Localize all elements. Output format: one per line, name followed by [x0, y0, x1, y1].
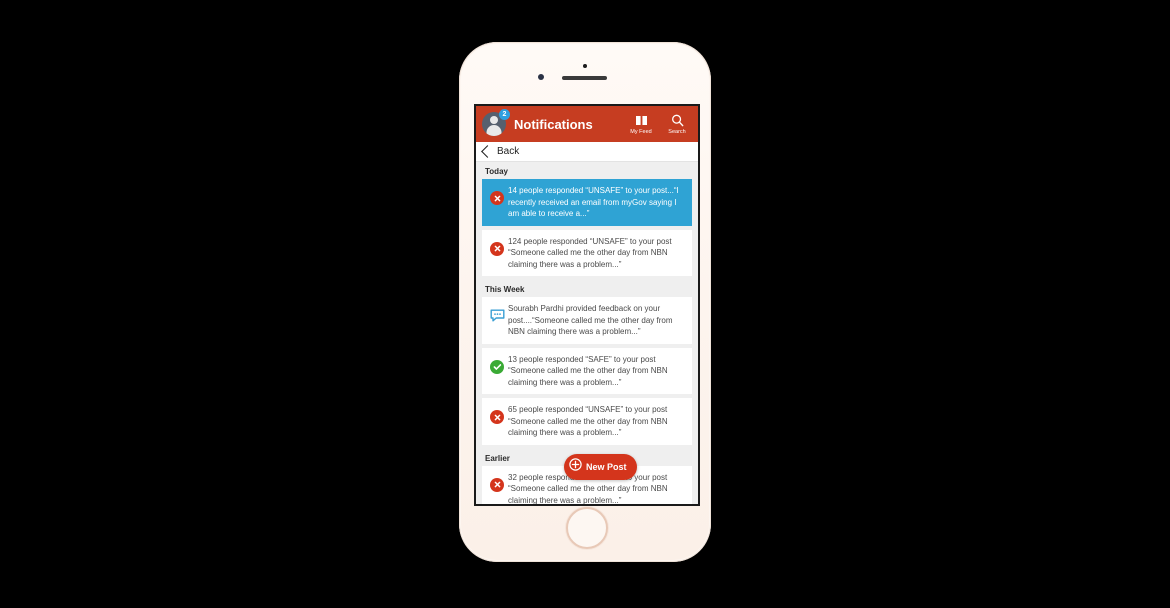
avatar[interactable]: 2	[482, 109, 510, 136]
plus-circle-icon	[569, 458, 582, 476]
unsafe-x-icon	[486, 236, 508, 256]
new-post-button[interactable]: New Post	[564, 454, 637, 480]
notification-row[interactable]: Sourabh Pardhi provided feedback on your…	[482, 297, 692, 344]
safe-check-icon	[486, 354, 508, 374]
notification-count-badge: 2	[499, 109, 510, 120]
back-label: Back	[497, 146, 520, 157]
front-camera-icon	[538, 74, 544, 80]
notifications-list[interactable]: Today 14 people responded “UNSAFE” to you…	[476, 162, 698, 504]
notification-text: 124 people responded “UNSAFE” to your po…	[508, 236, 672, 269]
notification-row[interactable]: 14 people responded “UNSAFE” to your pos…	[482, 179, 692, 226]
section-header: Today	[485, 167, 508, 176]
comment-bubble-icon	[486, 303, 508, 322]
screenshot-stage: 2 Notifications My Feed Search Back Toda…	[0, 0, 1170, 608]
search-label: Search	[668, 128, 686, 135]
header-actions: My Feed Search	[628, 114, 690, 135]
proximity-sensor-icon	[583, 64, 587, 68]
notification-row[interactable]: 13 people responded “SAFE” to your post …	[482, 347, 692, 394]
notification-text: Sourabh Pardhi provided feedback on your…	[508, 304, 673, 336]
my-feed-label: My Feed	[630, 128, 652, 135]
section-header: This Week	[485, 285, 525, 294]
unsafe-x-icon	[486, 185, 508, 205]
phone-screen: 2 Notifications My Feed Search Back Toda…	[474, 104, 700, 506]
notification-row[interactable]: 124 people responded “UNSAFE” to your po…	[482, 229, 692, 276]
notification-row[interactable]: 65 people responded “UNSAFE” to your pos…	[482, 398, 692, 445]
book-icon	[635, 114, 648, 128]
home-button[interactable]	[566, 507, 608, 549]
search-icon	[671, 114, 684, 128]
page-title: Notifications	[514, 116, 593, 132]
search-button[interactable]: Search	[664, 114, 690, 135]
notification-text: 14 people responded “UNSAFE” to your pos…	[508, 186, 679, 218]
chevron-left-icon	[481, 145, 494, 158]
earpiece-speaker	[562, 76, 607, 80]
notification-text: 65 people responded “UNSAFE” to your pos…	[508, 405, 668, 437]
app-header: 2 Notifications My Feed Search	[476, 106, 698, 142]
new-post-label: New Post	[586, 462, 627, 472]
unsafe-x-icon	[486, 472, 508, 492]
notification-text: 13 people responded “SAFE” to your post …	[508, 354, 668, 387]
back-button[interactable]: Back	[476, 142, 698, 162]
my-feed-button[interactable]: My Feed	[628, 114, 654, 135]
unsafe-x-icon	[486, 404, 508, 424]
